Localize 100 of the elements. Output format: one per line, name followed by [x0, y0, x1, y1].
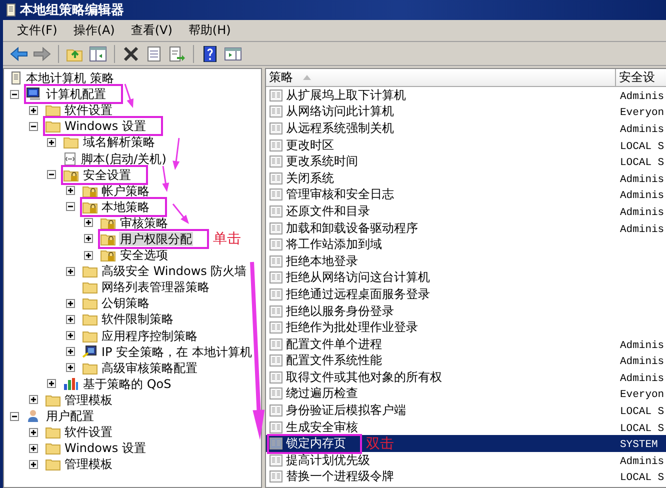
menu-item[interactable]: 操作(A) [73, 22, 115, 39]
tree-item[interactable]: 安全设置 [82, 168, 132, 182]
policy-row[interactable]: 从网络访问此计算机 Everyon [266, 104, 666, 120]
expand-toggle[interactable] [66, 266, 74, 276]
forward-arrow-icon[interactable] [32, 44, 52, 62]
menu-item[interactable]: 文件(F) [17, 22, 58, 39]
tree-item[interactable]: 软件设置 [64, 425, 114, 440]
policy-name: 拒绝以服务身份登录 [286, 302, 394, 320]
tree-item[interactable]: 网络列表管理器策略 [100, 280, 210, 294]
policy-row[interactable]: 替换一个进程级令牌 LOCAL S [266, 468, 666, 486]
policy-row[interactable]: 拒绝从网络访问这台计算机 [266, 270, 666, 286]
pointer-arrow [172, 138, 180, 170]
expand-toggle[interactable] [28, 460, 38, 469]
expand-toggle[interactable] [28, 444, 38, 453]
policy-row[interactable]: 配置文件单个进程 Adminis [266, 336, 666, 352]
policy-row[interactable]: 拒绝以服务身份登录 [266, 302, 666, 320]
tree-item[interactable]: 计算机配置 [45, 87, 107, 102]
policy-row[interactable]: 关闭系统 Adminis [266, 170, 666, 187]
expand-toggle[interactable] [66, 298, 74, 308]
tree-item[interactable]: Windows 设置 [64, 119, 147, 134]
expand-toggle[interactable] [47, 138, 56, 147]
policy-row[interactable]: 更改系统时间 LOCAL S [266, 153, 666, 170]
policy-row[interactable]: 更改时区 LOCAL S [266, 136, 666, 154]
policy-icon [269, 437, 283, 450]
tree-item[interactable]: 脚本(启动/关机) [80, 152, 168, 166]
expand-toggle[interactable] [66, 347, 74, 356]
expand-toggle[interactable] [84, 218, 93, 228]
close-icon[interactable] [121, 44, 141, 62]
policy-row[interactable]: 提高计划优先级 Adminis [266, 452, 666, 469]
tree-item[interactable]: 本地策略 [100, 200, 150, 214]
policy-row[interactable]: 从扩展坞上取下计算机 Adminis [266, 87, 666, 104]
security-setting: Adminis [620, 90, 664, 103]
tree-item[interactable]: 软件设置 [64, 103, 114, 118]
policy-name: 身份验证后模拟客户端 [286, 402, 406, 420]
export-icon[interactable] [167, 44, 187, 62]
expand-toggle[interactable] [66, 186, 74, 196]
sort-ascending-icon [303, 75, 311, 80]
tree-item[interactable]: 域名解析策略 [82, 135, 156, 150]
expand-toggle[interactable] [28, 106, 38, 115]
tree-item[interactable]: 审核策略 [119, 216, 169, 230]
policy-row[interactable]: 加载和卸载设备驱动程序 Adminis [266, 220, 666, 236]
policy-row[interactable]: 将工作站添加到域 [266, 236, 666, 253]
expand-toggle[interactable] [47, 379, 56, 388]
tree-item[interactable]: 本地计算机 策略 [25, 71, 115, 86]
expand-toggle[interactable] [84, 234, 93, 244]
expand-toggle[interactable] [28, 428, 38, 437]
policy-row[interactable]: 锁定内存页 双击 SYSTEM [266, 435, 666, 452]
folder-icon [44, 457, 60, 472]
policy-row[interactable]: 拒绝本地登录 [266, 252, 666, 270]
tree-item[interactable]: 管理模板 [64, 392, 114, 407]
policy-row[interactable]: 身份验证后模拟客户端 LOCAL S [266, 402, 666, 419]
tree-item[interactable]: 用户配置 [45, 409, 95, 424]
column-header[interactable]: 策略 [266, 69, 616, 86]
policy-row[interactable]: 还原文件和目录 Adminis [266, 203, 666, 220]
policy-name: 生成安全审核 [286, 418, 358, 436]
tree-item[interactable]: 基于策略的 QoS [82, 376, 172, 391]
policy-row[interactable]: 拒绝作为批处理作业登录 [266, 319, 666, 336]
tree-item[interactable]: 应用程序控制策略 [100, 328, 198, 343]
expand-toggle[interactable] [66, 314, 74, 324]
policy-icon [269, 188, 283, 202]
policy-icon [269, 387, 283, 400]
menu-item[interactable]: 帮助(H) [188, 22, 231, 39]
back-arrow-icon[interactable] [9, 44, 29, 62]
tree-item[interactable]: 管理模板 [64, 457, 114, 472]
collapse-toggle[interactable] [10, 412, 19, 421]
collapse-toggle[interactable] [10, 90, 19, 99]
tree-item[interactable]: 高级审核策略配置 [100, 360, 198, 375]
action-pane-icon[interactable] [223, 44, 243, 62]
policy-icon [269, 204, 283, 218]
policy-row[interactable]: 从远程系统强制关机 Adminis [266, 120, 666, 137]
expand-toggle[interactable] [66, 331, 74, 340]
policy-row[interactable]: 拒绝通过远程桌面服务登录 [266, 286, 666, 303]
policy-row[interactable]: 配置文件系统性能 Adminis [266, 352, 666, 370]
policy-name: 绕过遍历检查 [286, 385, 358, 402]
expand-toggle[interactable] [84, 250, 93, 260]
expand-toggle[interactable] [66, 363, 74, 372]
policy-row[interactable]: 取得文件或其他对象的所有权 Adminis [266, 369, 666, 386]
policy-icon [269, 222, 283, 235]
tree-item[interactable]: 高级安全 Windows 防火墙 [100, 264, 248, 278]
tree-item[interactable]: 公钥策略 [100, 296, 150, 310]
expand-toggle[interactable] [28, 395, 38, 404]
tree-item[interactable]: 软件限制策略 [100, 312, 174, 326]
collapse-toggle[interactable] [28, 122, 38, 131]
console-tree-icon[interactable] [88, 44, 108, 62]
tree-item[interactable]: 用户权限分配 [119, 232, 193, 246]
collapse-toggle[interactable] [66, 202, 74, 212]
policy-row[interactable]: 绕过遍历检查 Everyon [266, 386, 666, 402]
tree-item[interactable]: 安全选项 [119, 248, 169, 262]
tree-item[interactable]: Windows 设置 [64, 441, 147, 456]
policy-row[interactable]: 生成安全审核 LOCAL S [266, 418, 666, 436]
policy-row[interactable]: 管理审核和安全日志 Adminis [266, 186, 666, 204]
security-setting: LOCAL S [620, 406, 664, 418]
security-setting: Adminis [620, 456, 664, 468]
tree-item[interactable]: IP 安全策略，在 本地计算机 [100, 344, 253, 359]
column-header[interactable]: 安全设 [616, 69, 666, 86]
security-setting: Everyon [620, 389, 664, 402]
menu-item[interactable]: 查看(V) [130, 22, 172, 39]
tree-item[interactable]: 帐户策略 [100, 184, 150, 198]
policy-name: 拒绝通过远程桌面服务登录 [286, 286, 430, 303]
collapse-toggle[interactable] [47, 170, 56, 180]
